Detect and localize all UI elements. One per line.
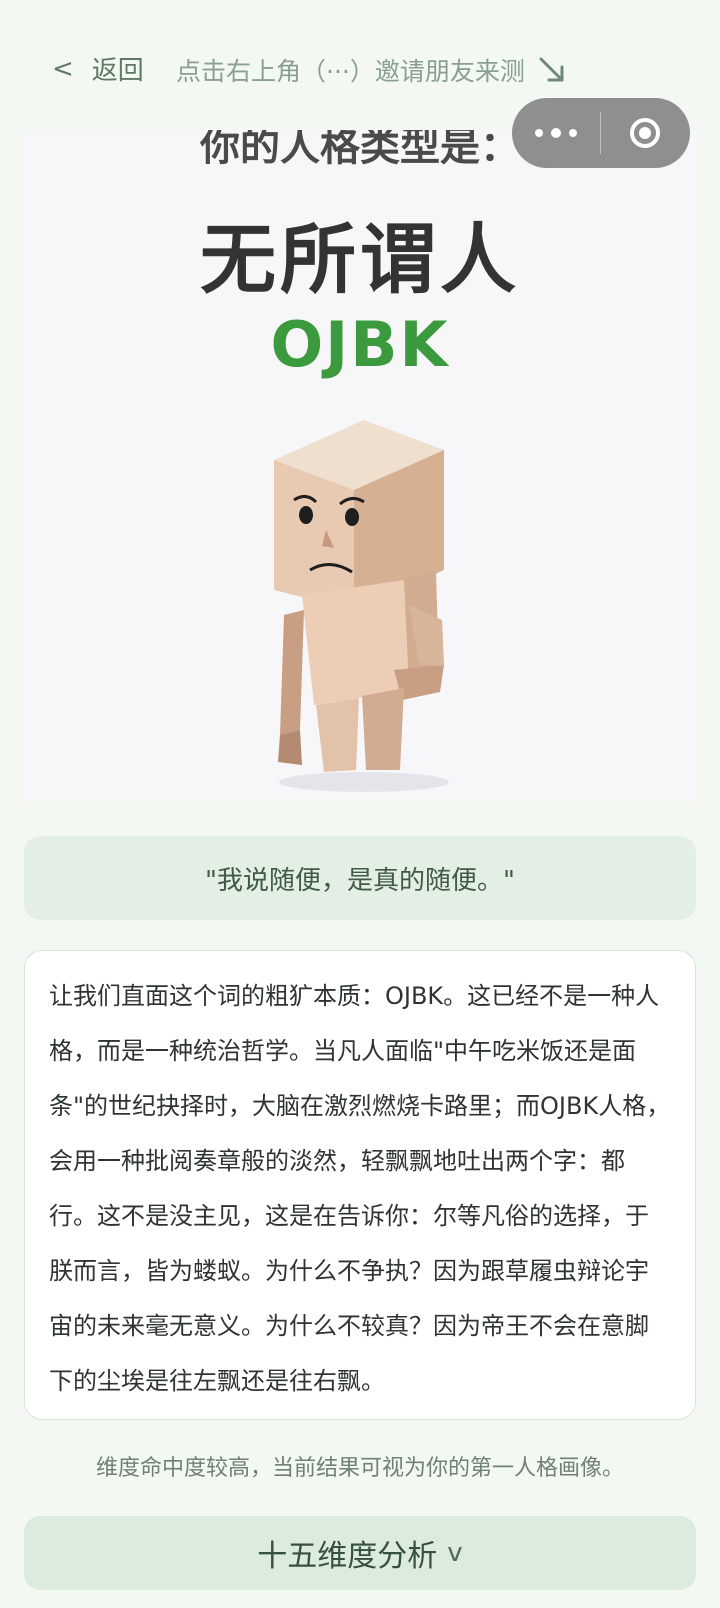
description-card: 让我们直面这个词的粗犷本质：OJBK。这已经不是一种人格，而是一种统治哲学。当凡… — [24, 950, 696, 1420]
arrow-down-right-icon — [539, 57, 564, 82]
dimension-analysis-label: 十五维度分析 — [257, 1539, 438, 1574]
personality-type-name: 无所谓人 — [200, 215, 520, 304]
close-target-icon[interactable] — [601, 98, 689, 168]
back-label: 返回 — [91, 56, 144, 86]
invite-text: 点击右上角（···）邀请朋友来测 — [176, 57, 525, 86]
chevron-down-icon: v — [447, 1538, 463, 1568]
description-text: 让我们直面这个词的粗犷本质：OJBK。这已经不是一种人格，而是一种统治哲学。当凡… — [49, 982, 671, 1395]
personality-type-code: OJBK — [270, 308, 450, 381]
more-dots-icon[interactable] — [512, 98, 600, 168]
dimension-analysis-button[interactable]: 十五维度分析 v — [24, 1516, 696, 1590]
back-button[interactable]: < 返回 — [52, 50, 144, 87]
dimension-hint: 维度命中度较高，当前结果可视为你的第一人格画像。 — [95, 1456, 624, 1481]
quote-text: "我说随便，是真的随便。" — [205, 865, 515, 896]
personality-quote: "我说随便，是真的随便。" — [24, 836, 696, 920]
miniprogram-capsule — [512, 98, 690, 168]
blocky-character-illustration — [274, 420, 449, 792]
chevron-left-icon: < — [52, 53, 74, 84]
result-image: 你的人格类型是： 无所谓人 OJBK — [24, 130, 696, 802]
invite-hint: 点击右上角（···）邀请朋友来测 — [176, 52, 567, 88]
